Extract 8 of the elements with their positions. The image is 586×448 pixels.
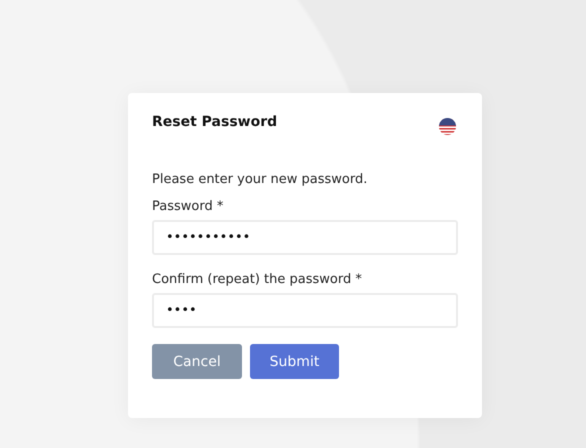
field-label: Password *: [152, 199, 224, 214]
flag-icon[interactable]: [438, 116, 457, 136]
instruction-text: Please enter your new password.: [152, 172, 368, 187]
password-field[interactable]: •••••••••••: [152, 220, 458, 255]
password-field[interactable]: ••••: [152, 293, 458, 328]
field-label: Confirm (repeat) the password *: [152, 272, 363, 287]
dialog-title: Reset Password: [152, 114, 278, 130]
submit-button[interactable]: Submit: [250, 344, 339, 379]
